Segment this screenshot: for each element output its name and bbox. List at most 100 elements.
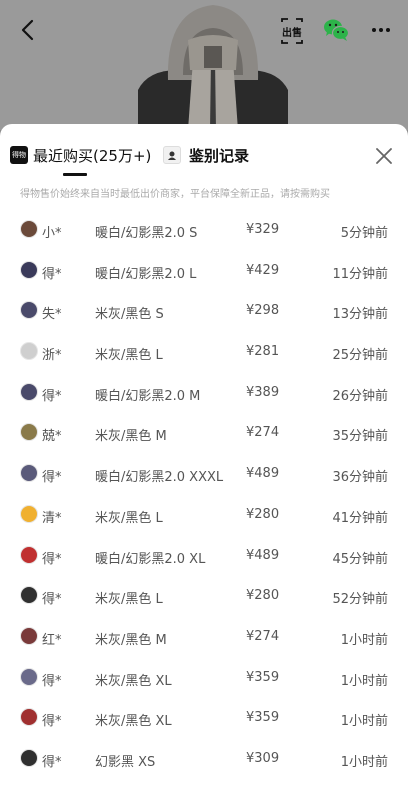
purchase-time: 52分钟前 [332,592,388,608]
price: ¥280 [246,506,280,522]
user-name: 浙* [42,348,62,364]
price: ¥489 [246,466,280,482]
user-name: 得* [42,714,62,730]
avatar [20,586,38,605]
user-name: 得* [42,470,62,486]
avatar [20,301,38,320]
price: ¥274 [246,628,280,644]
purchase-row: 清* 米灰/黑色 L ¥280 41分钟前 [0,496,408,537]
purchase-time: 1小时前 [340,673,388,689]
user-name: 得* [42,592,62,608]
purchase-row: 得* 暖白/幻影黑2.0 XL ¥489 45分钟前 [0,537,408,578]
sell-label: 出售 [282,28,302,39]
purchase-time: 36分钟前 [332,470,388,486]
purchase-row: 得* 米灰/黑色 L ¥280 52分钟前 [0,577,408,618]
user-name: 小* [42,226,62,241]
price: ¥309 [246,750,280,766]
product-spec: 暖白/幻影黑2.0 M [95,388,201,404]
close-icon [376,148,392,164]
purchase-time: 1小时前 [340,632,388,648]
user-name: 得* [42,551,62,567]
user-name: 红* [42,632,62,648]
purchase-row: 红* 米灰/黑色 M ¥274 1小时前 [0,618,408,659]
avatar [20,464,38,483]
purchase-list: 小* 暖白/幻影黑2.0 S ¥329 5分钟前 得* 暖白/幻影黑2.0 L ¥429 11… [0,211,408,781]
avatar [20,504,38,523]
user-name: 清* [42,510,62,526]
purchase-time: 13分钟前 [332,307,388,323]
tab-authentication-records[interactable]: 鉴别记录 [163,140,249,170]
purchase-time: 35分钟前 [332,429,388,445]
product-spec: 米灰/黑色 M [95,632,167,648]
purchase-time: 41分钟前 [332,510,388,526]
product-spec: 米灰/黑色 L [95,592,163,608]
price: ¥280 [246,588,280,604]
purchase-time: 1小时前 [340,754,388,770]
product-spec: 暖白/幻影黑2.0 XXXL [95,470,224,486]
avatar [20,545,38,564]
more-button[interactable] [368,16,394,44]
tab-recent-purchases[interactable]: 得物 最近购买(25万+) [10,140,151,170]
avatar [20,220,38,238]
product-spec: 米灰/黑色 L [95,348,163,364]
purchase-row: 小* 暖白/幻影黑2.0 S ¥329 5分钟前 [0,211,408,252]
sheet-tabs: 得物 最近购买(25万+) 鉴别记录 [0,124,408,186]
back-button[interactable] [14,16,42,44]
user-name: 得* [42,388,62,404]
user-name: 失* [42,307,62,323]
purchase-time: 26分钟前 [332,388,388,404]
more-horizontal-icon [386,28,390,32]
price: ¥429 [246,262,280,278]
purchase-row: 得* 米灰/黑色 XL ¥359 1小时前 [0,699,408,740]
product-spec: 米灰/黑色 L [95,510,163,526]
avatar [20,260,38,279]
price-notice: 得物售价始终来自当时最低出价商家，平台保障全新正品，请按需购买 [20,189,330,200]
purchase-time: 45分钟前 [332,551,388,567]
active-tab-indicator [63,173,87,176]
purchase-time: 5分钟前 [340,226,388,241]
purchase-row: 失* 米灰/黑色 S ¥298 13分钟前 [0,292,408,333]
more-horizontal-icon [379,28,383,32]
price: ¥281 [246,344,280,360]
more-horizontal-icon [372,28,376,32]
wechat-share-button[interactable] [322,16,350,44]
price: ¥329 [246,222,280,237]
tab-label: 最近购买(25万+) [33,146,152,165]
purchase-history-sheet: 得物 最近购买(25万+) 鉴别记录 得物售价始终来自当时最低出价商家，平台保障… [0,124,408,800]
dewu-logo-icon: 得物 [10,146,28,164]
purchase-time: 25分钟前 [332,348,388,364]
avatar [20,342,38,361]
product-spec: 暖白/幻影黑2.0 XL [95,551,206,567]
price: ¥359 [246,710,280,726]
user-name: 兢* [42,429,62,445]
sell-button[interactable]: 出售 [278,18,306,44]
avatar [20,382,38,401]
purchase-row: 得* 暖白/幻影黑2.0 XXXL ¥489 36分钟前 [0,455,408,496]
avatar [20,748,38,767]
product-spec: 幻影黑 XS [95,754,156,770]
dewu-logo-text: 得物 [12,151,26,159]
product-spec: 米灰/黑色 M [95,429,167,445]
avatar [20,708,38,727]
wechat-icon [324,19,350,41]
purchase-time: 11分钟前 [332,266,388,282]
product-spec: 暖白/幻影黑2.0 S [95,226,198,241]
purchase-row: 得* 幻影黑 XS ¥309 1小时前 [0,740,408,781]
product-spec: 米灰/黑色 XL [95,714,172,730]
user-name: 得* [42,673,62,689]
close-button[interactable] [372,144,396,168]
certificate-icon [163,146,181,164]
avatar [20,667,38,686]
purchase-row: 得* 米灰/黑色 XL ¥359 1小时前 [0,659,408,700]
price: ¥389 [246,384,280,400]
user-name: 得* [42,266,62,282]
purchase-row: 得* 暖白/幻影黑2.0 L ¥429 11分钟前 [0,252,408,293]
price: ¥298 [246,303,280,319]
avatar [20,626,38,645]
price: ¥489 [246,547,280,563]
purchase-row: 兢* 米灰/黑色 M ¥274 35分钟前 [0,414,408,455]
purchase-time: 1小时前 [340,714,388,730]
top-navigation-bar: 出售 [0,0,408,60]
price: ¥274 [246,425,280,441]
product-spec: 米灰/黑色 S [95,307,164,323]
